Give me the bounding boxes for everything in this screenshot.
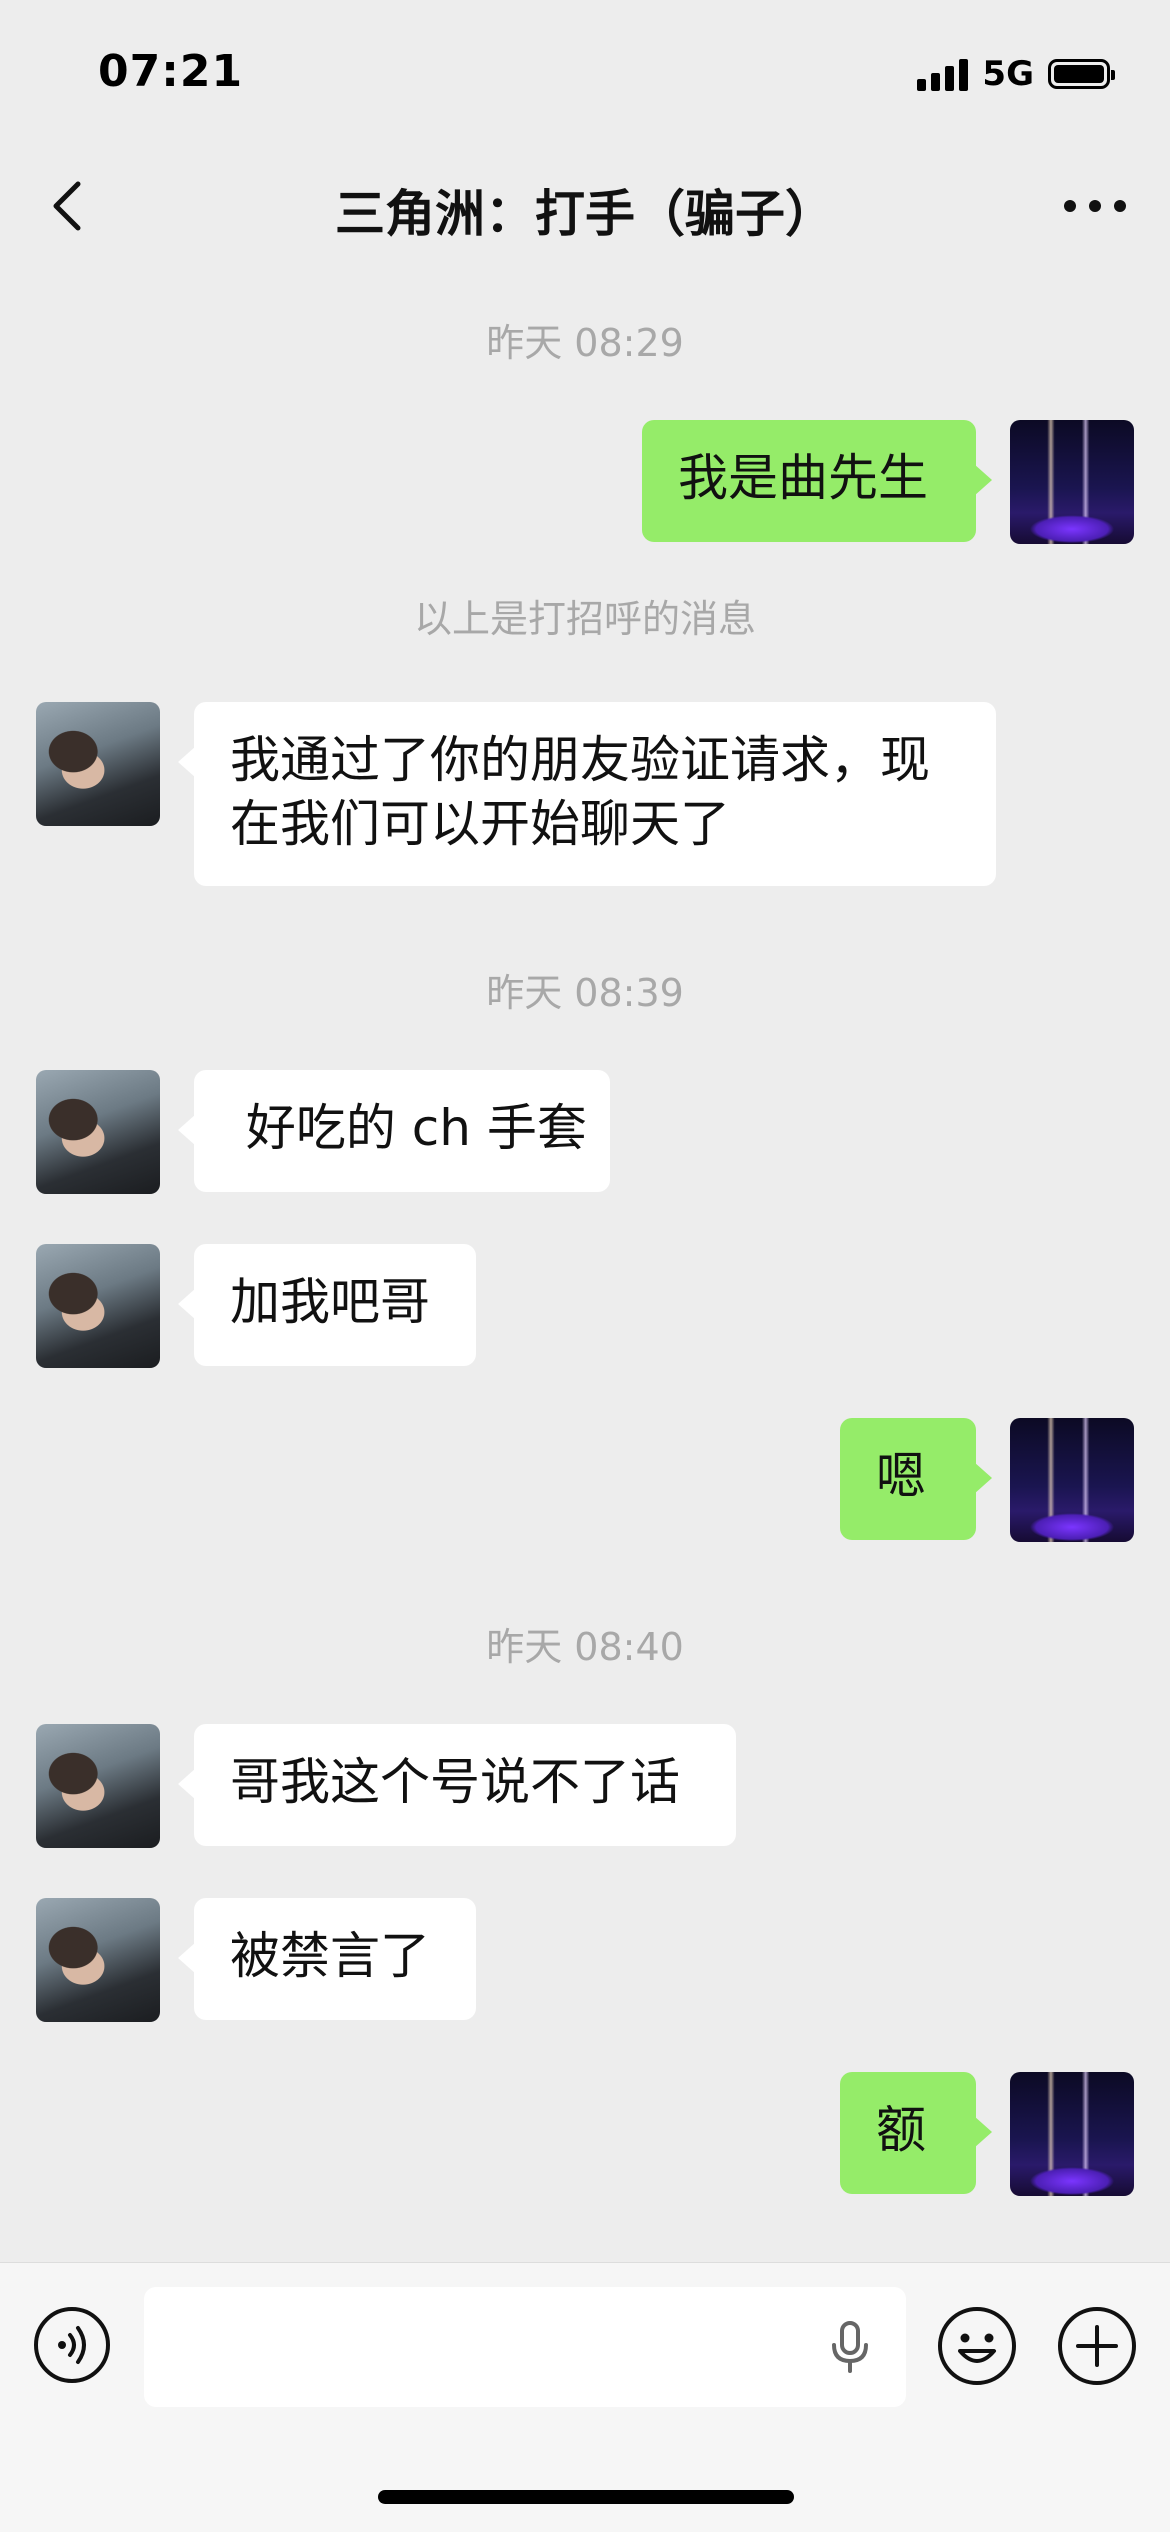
status-indicators: 5G (917, 52, 1115, 96)
message-bubble-self[interactable]: 嗯 (840, 1418, 992, 1540)
plus-icon (1058, 2307, 1136, 2385)
back-button[interactable] (40, 176, 100, 236)
status-time: 07:21 (98, 46, 244, 97)
chat-header: 三角洲：打手（骗子） (0, 160, 1170, 252)
voice-button[interactable] (32, 2305, 112, 2385)
chat-title: 三角洲：打手（骗子） (335, 185, 835, 243)
signal-icon (917, 57, 969, 91)
message-bubble-self[interactable]: 额 (840, 2072, 992, 2194)
microphone-icon[interactable] (820, 2317, 880, 2377)
contact-avatar[interactable] (36, 702, 160, 826)
emoji-button[interactable] (936, 2305, 1018, 2387)
self-avatar[interactable] (1010, 420, 1134, 544)
contact-avatar[interactable] (36, 1724, 160, 1848)
self-avatar[interactable] (1010, 2072, 1134, 2196)
more-functions-button[interactable] (1056, 2305, 1138, 2387)
self-avatar[interactable] (1010, 1418, 1134, 1542)
contact-avatar[interactable] (36, 1244, 160, 1368)
message-bubble-contact[interactable]: 哥我这个号说不了话 (178, 1724, 736, 1846)
message-bubble-contact[interactable]: 好吃的 ch 手套 (178, 1070, 610, 1192)
message-bubble-contact[interactable]: 我通过了你的朋友验证请求，现在我们可以开始聊天了 (178, 702, 996, 886)
voice-icon (34, 2307, 110, 2383)
network-type: 5G (982, 54, 1034, 94)
more-dots-icon (1064, 200, 1126, 212)
battery-icon (1048, 59, 1115, 89)
contact-avatar[interactable] (36, 1898, 160, 2022)
chevron-left-icon (53, 181, 81, 231)
timestamp: 昨天 08:40 (486, 1625, 684, 1669)
contact-avatar[interactable] (36, 1070, 160, 1194)
timestamp: 昨天 08:29 (486, 321, 684, 365)
more-button[interactable] (1060, 176, 1130, 236)
message-bubble-self[interactable]: 我是曲先生 (642, 420, 992, 542)
emoji-icon (938, 2307, 1016, 2385)
message-bubble-contact[interactable]: 被禁言了 (178, 1898, 476, 2020)
chat-screen: 07:21 5G 三角洲：打手（骗子） 昨天 08:29 我是曲先生 以上是打招… (0, 0, 1170, 2532)
message-input[interactable] (144, 2287, 906, 2407)
home-indicator[interactable] (378, 2490, 794, 2504)
message-bubble-contact[interactable]: 加我吧哥 (178, 1244, 476, 1366)
system-message: 以上是打招呼的消息 (413, 597, 756, 641)
timestamp: 昨天 08:39 (486, 971, 684, 1015)
